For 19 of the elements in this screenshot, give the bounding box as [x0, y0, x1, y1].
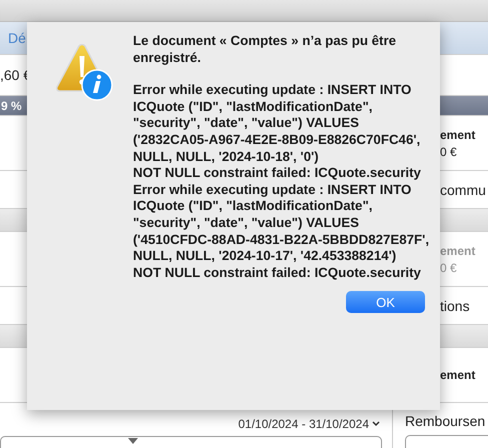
alert-title: Le document « Comptes » n’a pas pu être enregistré. — [133, 33, 398, 66]
chevron-icon — [372, 421, 380, 427]
dropdown-triangle-icon — [128, 438, 138, 444]
tab-label[interactable]: Dé — [0, 30, 26, 46]
ok-button[interactable]: OK — [346, 291, 425, 314]
date-range-selector[interactable]: 01/10/2024 - 31/10/2024 — [238, 417, 380, 431]
row-label: tions — [440, 298, 470, 314]
error-message: Error while executing update : INSERT INTO ICQuote ("ID", "lastModificationDate", "security", "date", "value") VALUES ('2832CA05-A967-4E2E-8B09-E8826C70FC46', NULL, NULL, '2024-10-18', '0') — [133, 82, 422, 166]
total-label: ement — [440, 128, 476, 142]
row-label: commu — [440, 182, 486, 198]
error-message: NOT NULL constraint failed: ICQuote.security — [133, 165, 422, 182]
section-label: Remboursen — [405, 413, 486, 429]
percent-text: 9 % — [1, 98, 22, 112]
total-value: 0 € — [440, 144, 458, 158]
error-message: NOT NULL constraint failed: ICQuote.security — [133, 264, 422, 282]
error-message: Error while executing update : INSERT INTO ICQuote ("ID", "lastModificationDate", "security", "date", "value") VALUES ('4510CFDC-88AD-4831-B22A-5BBDD827E87F', NULL, NULL, '2024-10-17', '42.453388214') — [133, 182, 430, 265]
total-label: ement — [440, 368, 476, 382]
total-value: 0 € — [440, 260, 458, 274]
total-label: ement — [440, 244, 476, 258]
